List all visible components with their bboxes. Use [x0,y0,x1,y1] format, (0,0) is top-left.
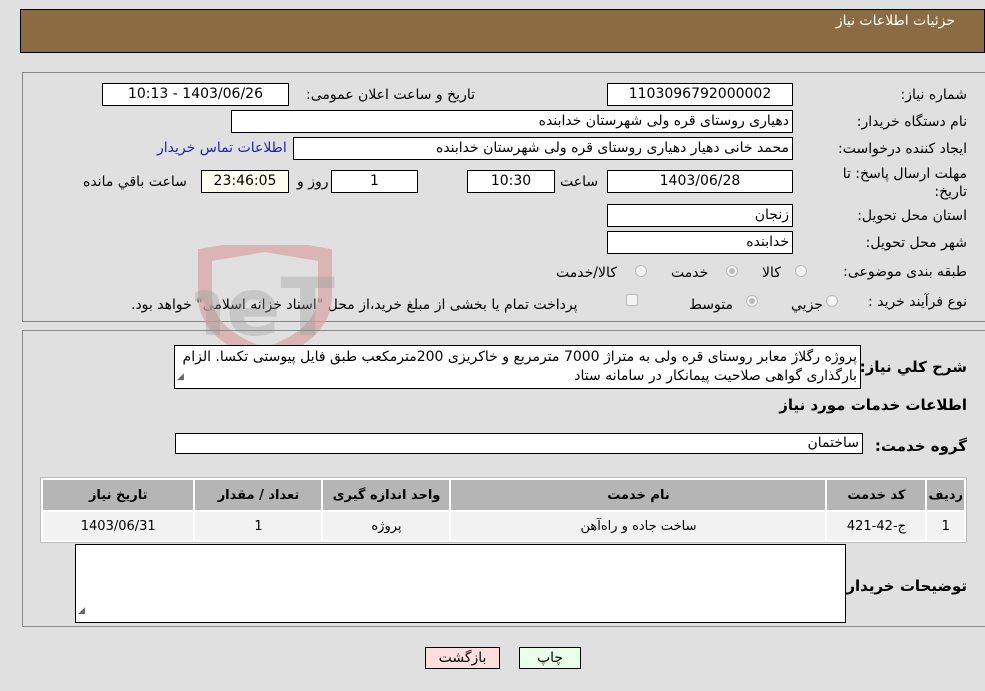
purchase-radio-medium[interactable] [746,295,758,307]
requester-label: ایجاد کننده درخواست: [838,141,967,157]
col-need-date: تاریخ نیاز [43,480,194,510]
service-group-label: گروه خدمت: [874,437,967,455]
cell-service-code: ج-42-421 [827,512,926,540]
deadline-time-label: ساعت [560,174,599,190]
buyer-org-field: دهیاری روستای قره ولی شهرستان خدابنده [231,110,793,133]
deadline-time-field: 10:30 [467,170,555,193]
col-unit: واحد اندازه گیری [323,480,450,510]
treasury-note: پرداخت تمام یا بخشی از مبلغ خرید،از محل … [131,297,578,313]
category-label: طبقه بندی موضوعی: [843,264,967,280]
announce-datetime-label: تاریخ و ساعت اعلان عمومی: [306,87,475,103]
city-field: خدابنده [607,231,793,254]
remaining-time-field: 23:46:05 [201,170,289,193]
services-section-title: اطلاعات خدمات مورد نیاز [779,396,967,414]
description-text: پروژه رگلاژ معابر روستای قره ولی به مترا… [182,349,857,384]
treasury-checkbox[interactable] [626,294,638,306]
days-label: روز و [297,174,329,190]
days-field: 1 [331,170,418,193]
buyer-contact-link[interactable]: اطلاعات تماس خریدار [157,140,287,156]
remaining-time-label: ساعت باقي مانده [83,174,187,190]
province-label: استان محل تحویل: [857,208,967,224]
requester-field: محمد خانی دهیار دهیاری روستای قره ولی شه… [293,137,793,160]
city-label: شهر محل تحویل: [865,235,967,251]
col-row-number: ردیف [927,480,964,510]
service-group-field: ساختمان [175,433,863,454]
table-row: 1 ج-42-421 ساخت جاده و راه‌آهن پروژه 1 1… [43,512,964,540]
purchase-option-medium: متوسط [689,297,733,313]
buyer-notes-label: توضیحات خریدار: [840,577,967,595]
resize-grip-icon[interactable]: ◢ [78,602,85,621]
need-number-label: شماره نیاز: [900,87,968,103]
col-service-code: کد خدمت [827,480,926,510]
cell-quantity: 1 [195,512,322,540]
category-option-service: خدمت [671,265,709,281]
page-title: جزئیات اطلاعات نیاز [835,13,955,29]
category-option-goods-service: کالا/خدمت [556,265,617,281]
deadline-date-field: 1403/06/28 [607,170,793,193]
buyer-org-label: نام دستگاه خریدار: [856,114,967,130]
purchase-type-label: نوع فرآیند خرید : [868,294,967,310]
category-radio-goods-service[interactable] [635,265,647,277]
cell-need-date: 1403/06/31 [43,512,194,540]
print-button[interactable]: چاپ [519,647,581,669]
back-button[interactable]: بازگشت [425,647,500,669]
cell-unit: پروژه [323,512,450,540]
resize-grip-icon[interactable]: ◢ [177,368,184,387]
cell-row-number: 1 [927,512,964,540]
category-radio-goods[interactable] [795,265,807,277]
description-textarea[interactable]: پروژه رگلاژ معابر روستای قره ولی به مترا… [174,345,861,389]
col-quantity: تعداد / مقدار [195,480,322,510]
announce-datetime-field: 1403/06/26 - 10:13 [102,83,289,106]
category-option-goods: کالا [762,265,781,281]
services-table: ردیف کد خدمت نام خدمت واحد اندازه گیری ت… [40,477,967,543]
buyer-notes-textarea[interactable]: ◢ [75,544,846,623]
purchase-option-minor: جزيي [791,297,823,313]
description-label: شرح كلي نياز: [859,358,967,376]
table-header-row: ردیف کد خدمت نام خدمت واحد اندازه گیری ت… [43,480,964,510]
col-service-name: نام خدمت [451,480,826,510]
need-number-field: 1103096792000002 [607,83,793,106]
cell-service-name: ساخت جاده و راه‌آهن [451,512,826,540]
purchase-radio-minor[interactable] [826,295,838,307]
deadline-label: مهلت ارسال پاسخ: تا تاریخ: [842,166,967,200]
category-radio-service[interactable] [726,265,738,277]
province-field: زنجان [607,204,793,227]
